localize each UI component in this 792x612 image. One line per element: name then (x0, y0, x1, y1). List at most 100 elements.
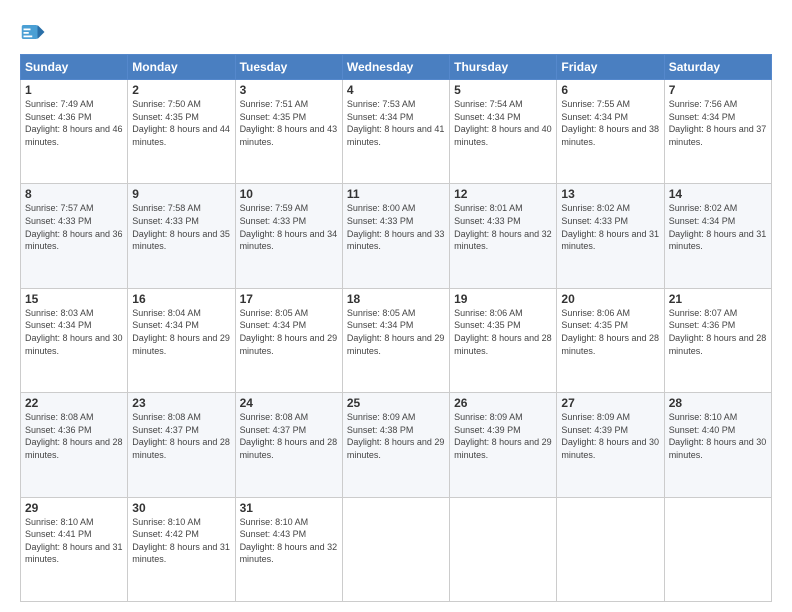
calendar-cell: 16 Sunrise: 8:04 AMSunset: 4:34 PMDayligh… (128, 288, 235, 392)
day-number: 11 (347, 187, 445, 201)
calendar-cell: 31Sunrise: 8:10 AMSunset: 4:43 PMDayligh… (235, 497, 342, 601)
day-number: 16 (132, 292, 230, 306)
calendar-cell: 6 Sunrise: 7:55 AMSunset: 4:34 PMDaylight… (557, 80, 664, 184)
logo-icon (20, 18, 48, 46)
day-info: Sunrise: 8:10 AMSunset: 4:41 PMDaylight:… (25, 517, 123, 565)
calendar-cell: 9 Sunrise: 7:58 AMSunset: 4:33 PMDaylight… (128, 184, 235, 288)
calendar-cell: 21Sunrise: 8:07 AMSunset: 4:36 PMDayligh… (664, 288, 771, 392)
day-number: 28 (669, 396, 767, 410)
calendar-cell: 4Sunrise: 7:53 AMSunset: 4:34 PMDaylight… (342, 80, 449, 184)
day-number: 22 (25, 396, 123, 410)
day-header: Sunday (21, 55, 128, 80)
page: SundayMondayTuesdayWednesdayThursdayFrid… (0, 0, 792, 612)
day-info: Sunrise: 8:00 AMSunset: 4:33 PMDaylight:… (347, 203, 445, 251)
calendar-cell: 10 Sunrise: 7:59 AMSunset: 4:33 PMDayligh… (235, 184, 342, 288)
day-header: Friday (557, 55, 664, 80)
calendar-cell: 25Sunrise: 8:09 AMSunset: 4:38 PMDayligh… (342, 393, 449, 497)
calendar-week-row: 15 Sunrise: 8:03 AMSunset: 4:34 PMDayligh… (21, 288, 772, 392)
day-number: 3 (240, 83, 338, 97)
day-info: Sunrise: 7:53 AMSunset: 4:34 PMDaylight:… (347, 99, 445, 147)
calendar-cell: 24 Sunrise: 8:08 AMSunset: 4:37 PMDayligh… (235, 393, 342, 497)
calendar-cell (557, 497, 664, 601)
calendar-cell: 20 Sunrise: 8:06 AMSunset: 4:35 PMDayligh… (557, 288, 664, 392)
day-header: Wednesday (342, 55, 449, 80)
day-info: Sunrise: 7:49 AMSunset: 4:36 PMDaylight:… (25, 99, 123, 147)
day-number: 24 (240, 396, 338, 410)
day-number: 29 (25, 501, 123, 515)
day-number: 15 (25, 292, 123, 306)
calendar-cell: 2Sunrise: 7:50 AMSunset: 4:35 PMDaylight… (128, 80, 235, 184)
day-header: Thursday (450, 55, 557, 80)
day-info: Sunrise: 8:03 AMSunset: 4:34 PMDaylight:… (25, 308, 123, 356)
calendar-cell: 28 Sunrise: 8:10 AMSunset: 4:40 PMDayligh… (664, 393, 771, 497)
calendar-cell: 27 Sunrise: 8:09 AMSunset: 4:39 PMDayligh… (557, 393, 664, 497)
day-info: Sunrise: 7:51 AMSunset: 4:35 PMDaylight:… (240, 99, 338, 147)
calendar-cell: 13Sunrise: 8:02 AMSunset: 4:33 PMDayligh… (557, 184, 664, 288)
calendar-cell: 22 Sunrise: 8:08 AMSunset: 4:36 PMDayligh… (21, 393, 128, 497)
calendar-header-row: SundayMondayTuesdayWednesdayThursdayFrid… (21, 55, 772, 80)
day-number: 19 (454, 292, 552, 306)
day-info: Sunrise: 8:08 AMSunset: 4:37 PMDaylight:… (240, 412, 338, 460)
calendar-cell: 18 Sunrise: 8:05 AMSunset: 4:34 PMDayligh… (342, 288, 449, 392)
day-number: 17 (240, 292, 338, 306)
day-number: 27 (561, 396, 659, 410)
calendar-cell: 12 Sunrise: 8:01 AMSunset: 4:33 PMDayligh… (450, 184, 557, 288)
calendar-cell: 30Sunrise: 8:10 AMSunset: 4:42 PMDayligh… (128, 497, 235, 601)
calendar-cell: 1Sunrise: 7:49 AMSunset: 4:36 PMDaylight… (21, 80, 128, 184)
day-number: 7 (669, 83, 767, 97)
day-info: Sunrise: 7:55 AMSunset: 4:34 PMDaylight:… (561, 99, 659, 147)
header (20, 18, 772, 46)
calendar-body: 1Sunrise: 7:49 AMSunset: 4:36 PMDaylight… (21, 80, 772, 602)
day-number: 9 (132, 187, 230, 201)
day-info: Sunrise: 8:10 AMSunset: 4:40 PMDaylight:… (669, 412, 767, 460)
day-info: Sunrise: 7:58 AMSunset: 4:33 PMDaylight:… (132, 203, 230, 251)
day-info: Sunrise: 8:01 AMSunset: 4:33 PMDaylight:… (454, 203, 552, 251)
calendar-week-row: 29 Sunrise: 8:10 AMSunset: 4:41 PMDayligh… (21, 497, 772, 601)
day-header: Monday (128, 55, 235, 80)
day-info: Sunrise: 7:57 AMSunset: 4:33 PMDaylight:… (25, 203, 123, 251)
day-info: Sunrise: 8:10 AMSunset: 4:42 PMDaylight:… (132, 517, 230, 565)
day-number: 10 (240, 187, 338, 201)
calendar-cell (450, 497, 557, 601)
calendar-cell: 8 Sunrise: 7:57 AMSunset: 4:33 PMDaylight… (21, 184, 128, 288)
day-info: Sunrise: 8:09 AMSunset: 4:39 PMDaylight:… (454, 412, 552, 460)
day-number: 26 (454, 396, 552, 410)
calendar-cell (664, 497, 771, 601)
day-number: 25 (347, 396, 445, 410)
day-info: Sunrise: 7:54 AMSunset: 4:34 PMDaylight:… (454, 99, 552, 147)
calendar-cell: 5Sunrise: 7:54 AMSunset: 4:34 PMDaylight… (450, 80, 557, 184)
day-number: 18 (347, 292, 445, 306)
day-number: 20 (561, 292, 659, 306)
calendar-week-row: 22 Sunrise: 8:08 AMSunset: 4:36 PMDayligh… (21, 393, 772, 497)
calendar-cell: 14Sunrise: 8:02 AMSunset: 4:34 PMDayligh… (664, 184, 771, 288)
day-number: 8 (25, 187, 123, 201)
calendar-cell: 19 Sunrise: 8:06 AMSunset: 4:35 PMDayligh… (450, 288, 557, 392)
day-info: Sunrise: 8:08 AMSunset: 4:37 PMDaylight:… (132, 412, 230, 460)
day-number: 23 (132, 396, 230, 410)
calendar-cell: 17 Sunrise: 8:05 AMSunset: 4:34 PMDayligh… (235, 288, 342, 392)
day-number: 12 (454, 187, 552, 201)
calendar-cell: 7Sunrise: 7:56 AMSunset: 4:34 PMDaylight… (664, 80, 771, 184)
day-info: Sunrise: 8:10 AMSunset: 4:43 PMDaylight:… (240, 517, 338, 565)
calendar-cell: 26 Sunrise: 8:09 AMSunset: 4:39 PMDayligh… (450, 393, 557, 497)
day-info: Sunrise: 8:04 AMSunset: 4:34 PMDaylight:… (132, 308, 230, 356)
day-info: Sunrise: 7:59 AMSunset: 4:33 PMDaylight:… (240, 203, 338, 251)
calendar-cell: 11 Sunrise: 8:00 AMSunset: 4:33 PMDayligh… (342, 184, 449, 288)
day-number: 13 (561, 187, 659, 201)
day-info: Sunrise: 8:05 AMSunset: 4:34 PMDaylight:… (240, 308, 338, 356)
day-info: Sunrise: 8:06 AMSunset: 4:35 PMDaylight:… (454, 308, 552, 356)
calendar: SundayMondayTuesdayWednesdayThursdayFrid… (20, 54, 772, 602)
calendar-cell: 29 Sunrise: 8:10 AMSunset: 4:41 PMDayligh… (21, 497, 128, 601)
day-info: Sunrise: 8:09 AMSunset: 4:39 PMDaylight:… (561, 412, 659, 460)
calendar-cell (342, 497, 449, 601)
day-number: 6 (561, 83, 659, 97)
day-info: Sunrise: 8:06 AMSunset: 4:35 PMDaylight:… (561, 308, 659, 356)
day-header: Saturday (664, 55, 771, 80)
calendar-cell: 15 Sunrise: 8:03 AMSunset: 4:34 PMDayligh… (21, 288, 128, 392)
calendar-cell: 23 Sunrise: 8:08 AMSunset: 4:37 PMDayligh… (128, 393, 235, 497)
day-info: Sunrise: 7:50 AMSunset: 4:35 PMDaylight:… (132, 99, 230, 147)
day-info: Sunrise: 8:08 AMSunset: 4:36 PMDaylight:… (25, 412, 123, 460)
day-info: Sunrise: 8:07 AMSunset: 4:36 PMDaylight:… (669, 308, 767, 356)
day-info: Sunrise: 8:05 AMSunset: 4:34 PMDaylight:… (347, 308, 445, 356)
day-number: 14 (669, 187, 767, 201)
